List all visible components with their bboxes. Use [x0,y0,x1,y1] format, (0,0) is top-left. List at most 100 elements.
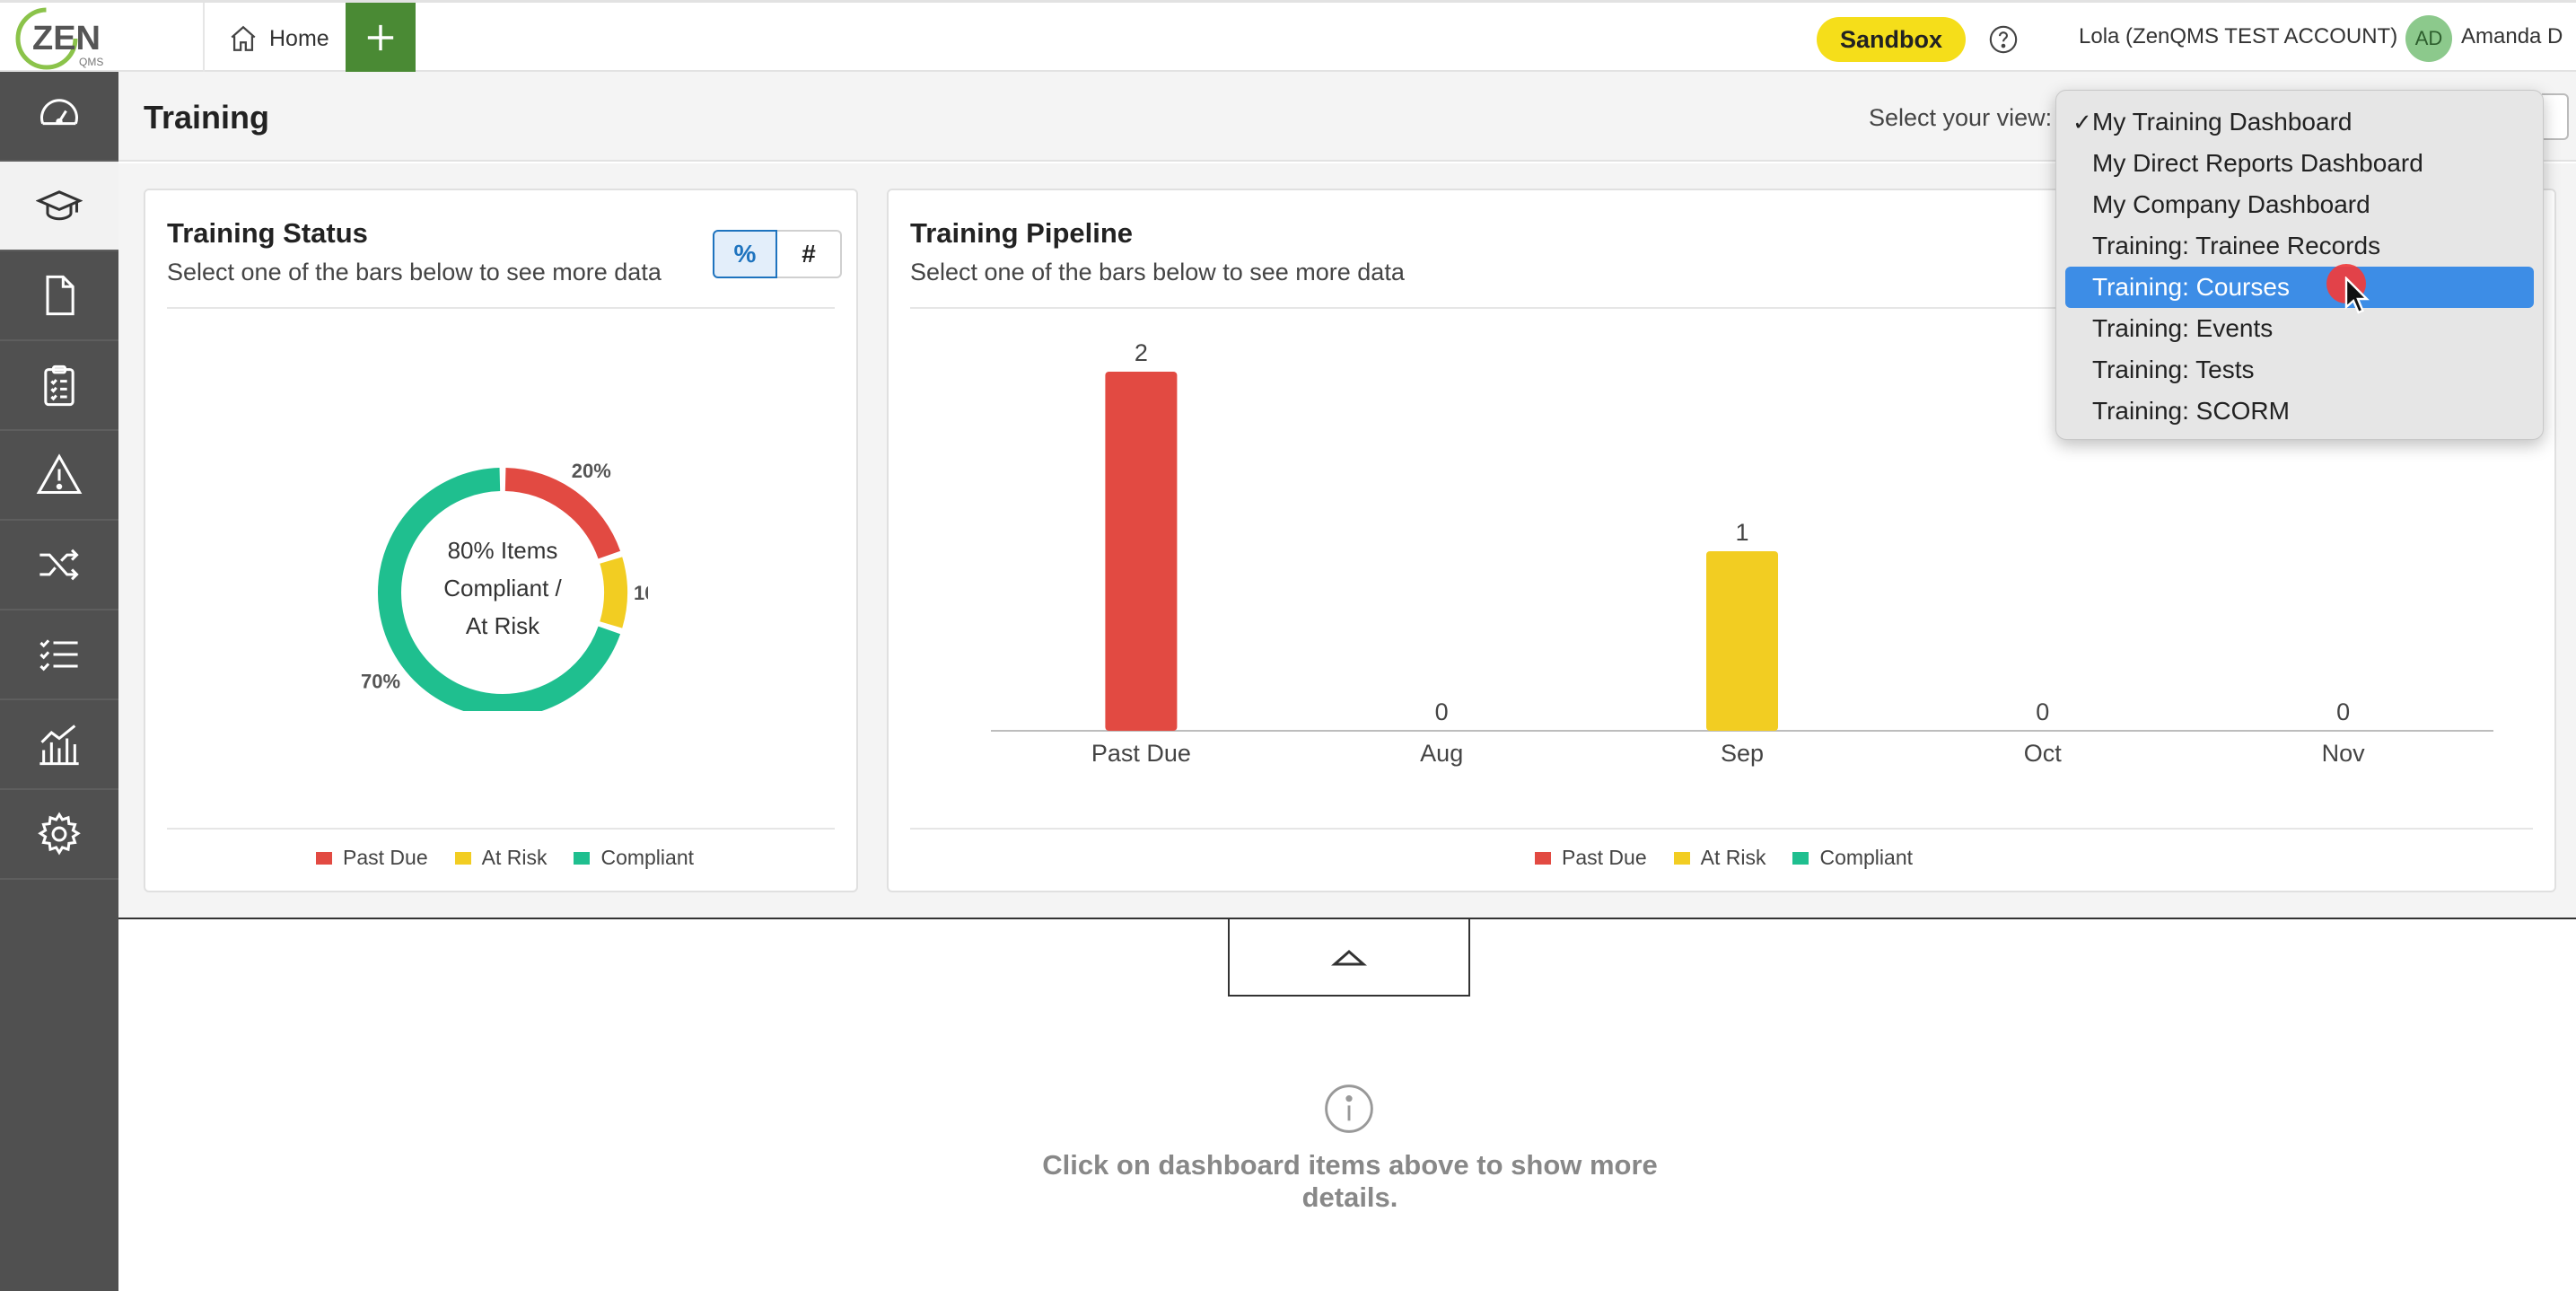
avatar[interactable]: AD [2405,15,2452,62]
bar-value-label: 0 [2036,698,2049,725]
legend-swatch [454,851,471,865]
view-option-my-direct-reports-dashboard[interactable]: My Direct Reports Dashboard [2065,143,2534,184]
help-icon[interactable] [1988,24,2019,55]
checklist-icon [39,639,78,672]
view-option-label: Training: Courses [2092,273,2290,301]
donut-center-line-1: 80% Items [448,537,558,564]
logo-text: ZEN [32,20,101,57]
legend-item-at-risk[interactable]: At Risk [454,846,548,870]
sandbox-badge[interactable]: Sandbox [1817,17,1966,62]
shuffle-icon [39,549,79,581]
x-tick-label: Past Due [1091,740,1191,767]
view-select[interactable] [2542,93,2569,140]
legend-swatch [574,851,591,865]
logo-subtext: QMS [79,56,103,68]
sidebar-item-checklists[interactable] [0,341,118,431]
sidebar [0,72,118,1291]
sidebar-item-change-control[interactable] [0,521,118,610]
bar-value-label: 1 [1735,519,1748,546]
x-tick-label: Nov [2322,740,2366,767]
sidebar-item-tasks[interactable] [0,610,118,700]
view-option-label: Training: SCORM [2092,397,2290,425]
percent-toggle-button[interactable]: % [713,230,777,278]
document-icon [46,275,74,316]
zenqms-logo[interactable]: ZEN QMS [13,4,120,73]
legend-item-past-due[interactable]: Past Due [1535,846,1647,870]
home-icon [231,25,256,51]
clipboard-icon [44,364,74,407]
donut-center-line-3: At Risk [466,612,540,639]
top-bar: ZEN QMS Home Sandbox Lola (ZenQMS TEST A… [0,0,2576,73]
view-option-label: My Company Dashboard [2092,190,2370,218]
training-status-card: Training Status Select one of the bars b… [144,189,858,892]
donut-slice-label: 10% [634,582,648,604]
sidebar-item-settings[interactable] [0,790,118,880]
x-tick-label: Aug [1420,740,1463,767]
status-legend: Past Due At Risk Compliant [316,846,694,870]
user-name[interactable]: Amanda D [2461,24,2563,49]
page-title: Training [144,99,270,136]
details-message: Click on dashboard items above to show m… [1042,1149,1658,1213]
gear-icon [38,812,81,856]
view-option-trainee-records[interactable]: Training: Trainee Records [2065,225,2534,267]
legend-item-compliant[interactable]: Compliant [1792,846,1913,870]
view-option-label: My Direct Reports Dashboard [2092,149,2423,177]
sidebar-item-dashboard[interactable] [0,72,118,162]
collapse-dashboard-button[interactable] [1228,919,1470,997]
legend-label: Past Due [1562,846,1647,869]
card-subtitle: Select one of the bars below to see more… [910,259,1405,285]
count-toggle-button[interactable]: # [777,230,842,278]
divider [167,307,835,309]
mouse-cursor-icon [2344,277,2370,314]
view-option-tests[interactable]: Training: Tests [2065,349,2534,391]
x-tick-label: Sep [1721,740,1764,767]
bar-past-due[interactable] [1105,372,1178,731]
view-select-label: Select your view: [1869,104,2053,131]
checkmark-icon: ✓ [2072,109,2092,136]
donut-slice-label: 20% [572,460,611,482]
status-donut-chart: 20% 10% 70% 80% Items Compliant / At Risk [361,460,648,711]
add-button[interactable] [346,3,416,73]
legend-swatch [1792,851,1809,865]
legend-swatch [1535,851,1551,865]
legend-label: At Risk [481,846,548,869]
bar-value-label: 0 [1435,698,1449,725]
legend-label: Compliant [1819,846,1913,869]
legend-item-past-due[interactable]: Past Due [316,846,428,870]
legend-item-compliant[interactable]: Compliant [574,846,694,870]
legend-label: Past Due [343,846,428,869]
legend-item-at-risk[interactable]: At Risk [1673,846,1766,870]
pipeline-legend: Past Due At Risk Compliant [1535,846,1913,870]
legend-label: Compliant [600,846,694,869]
view-option-scorm[interactable]: Training: SCORM [2065,391,2534,432]
bar-sep[interactable] [1706,551,1778,731]
home-label: Home [269,25,329,51]
home-tab[interactable]: Home [228,21,329,57]
view-option-label: Training: Tests [2092,356,2255,383]
plus-icon [367,24,394,51]
view-option-courses[interactable]: Training: Courses [2065,267,2534,308]
sidebar-item-reports[interactable] [0,700,118,790]
legend-swatch [316,851,332,865]
donut-slice-at-risk[interactable] [600,557,627,628]
legend-swatch [1673,851,1690,865]
sidebar-item-training[interactable] [0,162,118,251]
card-subtitle: Select one of the bars below to see more… [167,259,662,285]
analytics-icon [39,725,79,766]
account-selector[interactable]: Lola (ZenQMS TEST ACCOUNT) [2079,24,2397,49]
view-option-label: Training: Trainee Records [2092,232,2381,259]
donut-slice-label: 70% [361,671,400,693]
divider [203,3,205,73]
view-option-events[interactable]: Training: Events [2065,308,2534,349]
sidebar-item-deviations[interactable] [0,431,118,521]
divider [910,828,2533,830]
bar-value-label: 0 [2336,698,2350,725]
speedometer-icon [39,99,79,126]
view-option-label: My Training Dashboard [2092,108,2353,136]
view-option-label: Training: Events [2092,314,2274,342]
view-option-my-training-dashboard[interactable]: ✓ My Training Dashboard [2065,101,2534,143]
legend-label: At Risk [1700,846,1766,869]
view-option-my-company-dashboard[interactable]: My Company Dashboard [2065,184,2534,225]
x-tick-label: Oct [2024,740,2063,767]
sidebar-item-documents[interactable] [0,251,118,341]
